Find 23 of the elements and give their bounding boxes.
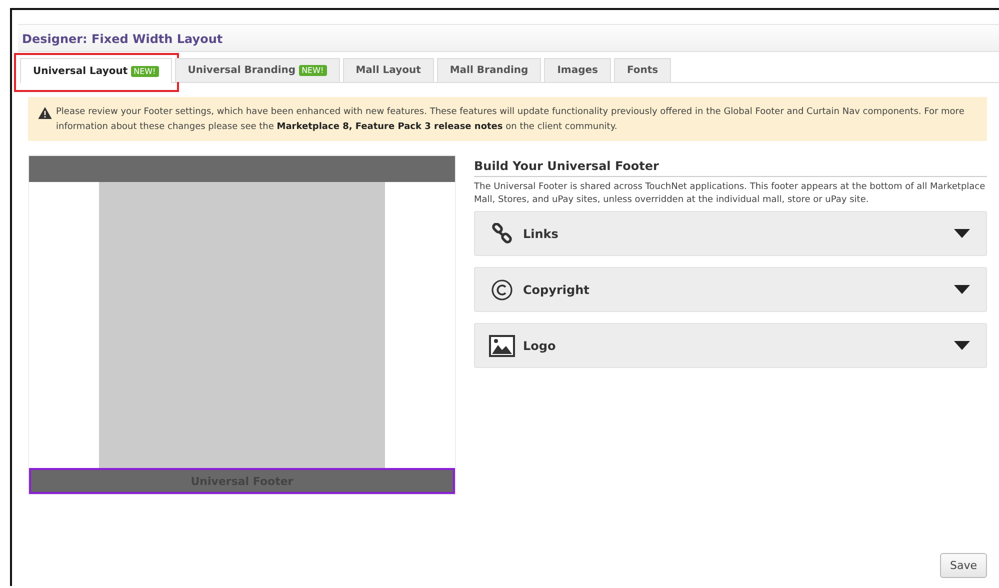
tab[interactable]: Mall Branding [436,58,542,82]
warning-icon [38,107,52,119]
new-badge: NEW! [130,66,159,76]
save-button[interactable]: Save [940,553,987,578]
accordion-header[interactable]: Logo [474,323,987,368]
section-label: Logo [523,338,557,352]
image-icon [489,334,515,356]
panel-description: The Universal Footer is shared across TouchNet applications. This footer appears at the bottom of all Marketplace Mall, Stores, and uPay sites, unless overridden at the individual mall, store or uPay site. [474,181,986,207]
accordion-header[interactable]: Links [474,211,987,256]
panel-heading: Build Your Universal Footer [474,159,659,173]
tab[interactable]: Universal Layout NEW! [20,58,172,83]
accordion-header[interactable]: Copyright [474,267,987,312]
tab[interactable]: Mall Layout [342,58,434,82]
tab[interactable]: Fonts [614,58,672,82]
tab[interactable]: Images [544,58,611,82]
notice-text: Please review your Footer settings, which have been enhanced with new features. These features will update functionality previously offered in the Global Footer and Curtain Nav components. For more information about these changes please see the Marketplace 8, Feature Pack 3 release notes on the client community. [56,106,966,134]
window-title: Designer: Fixed Width Layout [22,32,223,46]
section-label: Links [523,226,560,240]
link-icon [489,222,515,244]
new-badge: NEW! [298,65,327,76]
copyright-icon [489,278,515,300]
tab[interactable]: Universal Branding NEW! [174,58,340,82]
section-label: Copyright [523,282,590,296]
